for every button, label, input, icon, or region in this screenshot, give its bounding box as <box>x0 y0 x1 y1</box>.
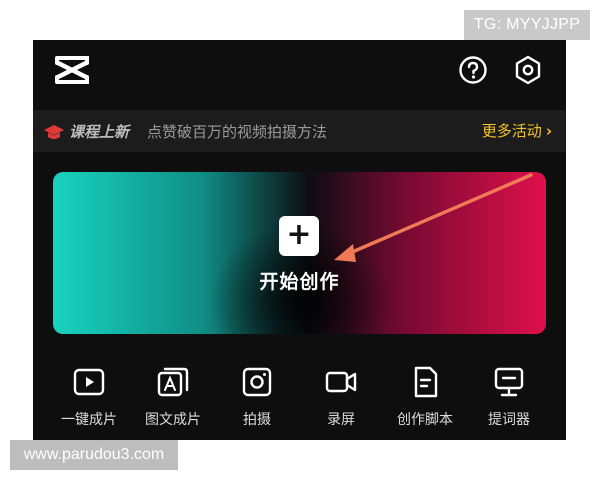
camera-icon <box>242 367 272 397</box>
tool-label: 一键成片 <box>61 412 117 428</box>
chevron-right-icon: › <box>545 122 552 140</box>
help-icon[interactable] <box>458 55 488 85</box>
start-creating-button[interactable]: + 开始创作 <box>53 172 546 334</box>
play-square-icon <box>73 368 105 396</box>
tool-label: 创作脚本 <box>397 412 453 428</box>
tool-label: 图文成片 <box>145 412 201 428</box>
tool-teleprompter[interactable]: 提词器 <box>464 365 554 440</box>
tool-creation-script[interactable]: 创作脚本 <box>380 365 470 440</box>
start-creating-label: 开始创作 <box>259 271 340 293</box>
more-activities-label: 更多活动 <box>481 122 542 140</box>
tg-watermark: TG: MYYJJPP <box>464 10 590 40</box>
image-text-icon <box>157 367 189 397</box>
plus-icon: + <box>279 216 319 256</box>
tool-one-click-video[interactable]: 一键成片 <box>44 365 134 440</box>
app-screen: 课程上新 点赞破百万的视频拍摄方法 更多活动 › + 开始创作 一键成片 图文成片 <box>33 40 566 440</box>
video-record-icon <box>325 371 357 393</box>
banner-tag: 课程上新 <box>69 123 130 141</box>
capcut-logo-icon[interactable] <box>53 54 91 86</box>
graduation-cap-icon <box>44 125 64 139</box>
top-bar <box>33 40 566 110</box>
tool-label: 录屏 <box>327 412 355 428</box>
tool-image-text-video[interactable]: 图文成片 <box>128 365 218 440</box>
settings-hexagon-icon[interactable] <box>513 54 543 86</box>
tool-label: 拍摄 <box>243 412 271 428</box>
banner-text: 点赞破百万的视频拍摄方法 <box>147 123 328 141</box>
course-banner[interactable]: 课程上新 点赞破百万的视频拍摄方法 更多活动 › <box>33 110 566 152</box>
tool-shoot[interactable]: 拍摄 <box>212 365 302 440</box>
site-watermark: www.parudou3.com <box>10 440 178 470</box>
script-document-icon <box>414 366 438 398</box>
more-activities-link[interactable]: 更多活动 › <box>482 120 552 141</box>
tool-screen-record[interactable]: 录屏 <box>296 365 386 440</box>
teleprompter-icon <box>494 367 524 397</box>
tool-label: 提词器 <box>488 412 530 428</box>
tool-row: 一键成片 图文成片 拍摄 录屏 创作脚本 提词器 <box>33 365 566 440</box>
